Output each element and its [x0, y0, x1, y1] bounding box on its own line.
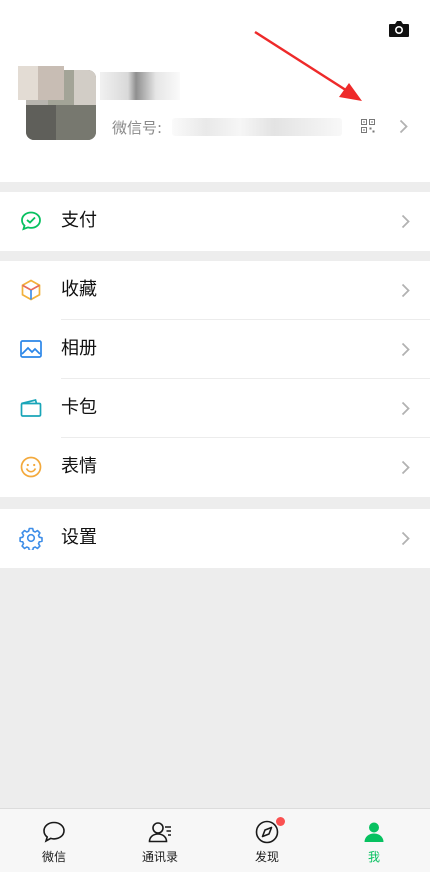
- menu-group-content: 收藏 相册 卡包 表情: [0, 261, 430, 497]
- pay-icon: [21, 211, 41, 231]
- chevron-right-icon: [401, 283, 410, 298]
- menu-group-pay: 支付: [0, 192, 430, 251]
- menu-item-settings[interactable]: 设置: [0, 509, 430, 568]
- notification-badge: [276, 817, 285, 826]
- chat-bubble-icon: [43, 821, 65, 843]
- menu-item-label: 收藏: [61, 279, 97, 300]
- menu-item-label: 相册: [61, 338, 97, 359]
- tab-contacts[interactable]: 通讯录: [120, 809, 200, 872]
- wechat-id-blurred: [172, 118, 342, 136]
- tab-label: 我: [367, 850, 380, 864]
- camera-icon[interactable]: [388, 20, 410, 38]
- settings-gear-icon: [19, 527, 43, 550]
- menu-item-stickers[interactable]: 表情: [0, 438, 430, 497]
- card-wallet-icon: [20, 398, 42, 417]
- menu-group-settings: 设置: [0, 509, 430, 568]
- menu-item-label: 表情: [61, 456, 97, 477]
- tab-label: 发现: [254, 850, 279, 864]
- tab-label: 通讯录: [141, 850, 178, 864]
- wechat-id-label: 微信号:: [112, 119, 163, 137]
- menu-item-pay[interactable]: 支付: [0, 192, 430, 251]
- nickname-blurred: [100, 72, 180, 100]
- contacts-icon: [148, 822, 171, 843]
- album-photo-icon: [20, 340, 42, 358]
- chevron-right-icon: [401, 401, 410, 416]
- menu-item-label: 支付: [61, 210, 97, 231]
- tab-me[interactable]: 我: [334, 809, 414, 872]
- menu-item-label: 卡包: [61, 397, 97, 418]
- chevron-right-icon: [401, 342, 410, 357]
- menu-item-album[interactable]: 相册: [0, 320, 430, 379]
- bottom-tab-bar: 微信 通讯录 发现 我: [0, 808, 430, 872]
- me-person-icon: [364, 822, 384, 842]
- tab-label: 微信: [41, 850, 66, 864]
- sticker-smile-icon: [20, 456, 42, 478]
- menu-item-card-wallet[interactable]: 卡包: [0, 379, 430, 438]
- qr-code-icon[interactable]: [361, 119, 375, 133]
- tab-chats[interactable]: 微信: [14, 809, 94, 872]
- chevron-right-icon: [399, 119, 408, 134]
- tab-discover[interactable]: 发现: [227, 809, 307, 872]
- chevron-right-icon: [401, 531, 410, 546]
- menu-item-label: 设置: [61, 527, 97, 548]
- chevron-right-icon: [401, 460, 410, 475]
- favorites-cube-icon: [21, 279, 41, 301]
- chevron-right-icon: [401, 214, 410, 229]
- profile-header[interactable]: 微信号:: [0, 0, 430, 182]
- menu-item-favorites[interactable]: 收藏: [0, 261, 430, 320]
